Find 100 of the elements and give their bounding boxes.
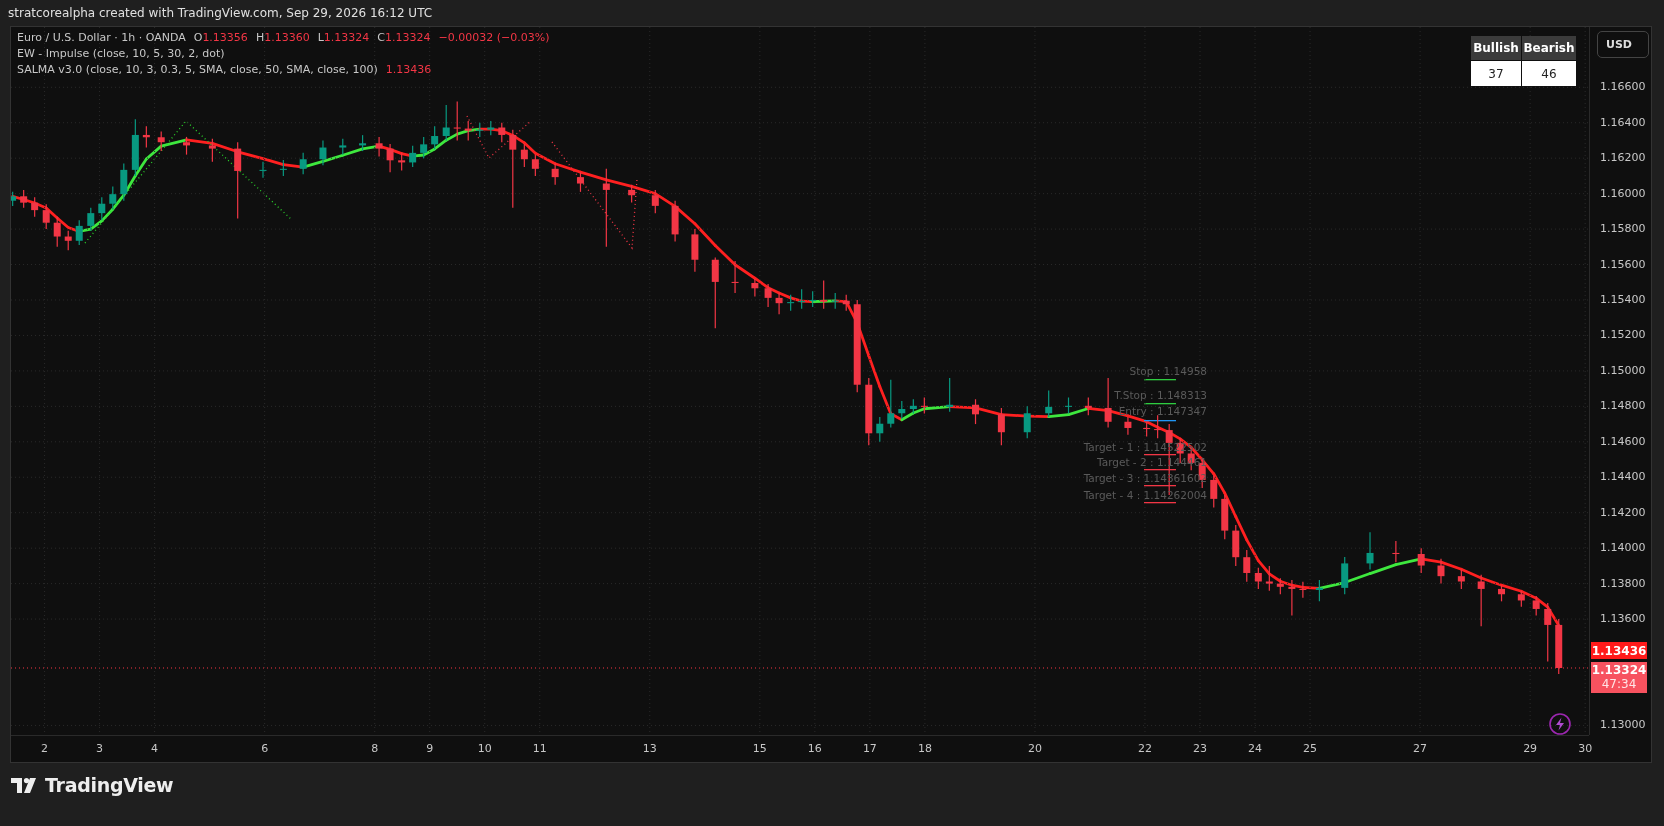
date-label: 25 <box>1303 742 1318 755</box>
date-label: 20 <box>1027 742 1042 755</box>
candle <box>339 138 347 156</box>
candle <box>1417 547 1425 574</box>
candle <box>420 136 428 159</box>
date-label: 11 <box>532 742 547 755</box>
price-label: 1.13000 <box>1600 718 1646 732</box>
countdown-timer: 47:34 <box>1601 677 1637 691</box>
candle <box>20 189 28 209</box>
date-label: 4 <box>151 742 159 755</box>
price-label: 1.14200 <box>1600 505 1646 519</box>
price-label: 1.15400 <box>1600 293 1646 306</box>
candle <box>1124 416 1132 436</box>
candle <box>887 379 895 429</box>
candle <box>131 118 139 177</box>
date-label: 13 <box>642 742 657 755</box>
candle <box>1243 549 1251 583</box>
candle <box>42 203 50 230</box>
price-label: 1.16400 <box>1600 115 1646 129</box>
lightning-icon[interactable] <box>1549 713 1571 735</box>
table-cell: 37 <box>1471 61 1521 86</box>
candle <box>1555 618 1563 675</box>
price-label: 1.16200 <box>1600 151 1646 165</box>
candle <box>442 104 450 142</box>
date-label: 8 <box>371 742 379 755</box>
candle <box>651 189 659 214</box>
date-label: 23 <box>1193 742 1207 755</box>
dotted-wave-line <box>466 115 532 160</box>
candle <box>409 145 417 168</box>
ohlc-value: C1.13324 <box>377 31 431 44</box>
candle <box>865 377 873 446</box>
candle <box>375 136 383 157</box>
level-label: Target - 4 : 1.14262004 <box>1083 489 1207 501</box>
candle <box>1341 556 1349 595</box>
date-label: 30 <box>1578 742 1593 755</box>
candle <box>208 138 216 163</box>
date-label: 9 <box>426 742 434 755</box>
table-header: Bullish <box>1471 36 1521 60</box>
ohlc-value: H1.13360 <box>255 31 310 44</box>
candle <box>431 125 439 150</box>
logo-icon <box>11 777 39 793</box>
candle <box>1299 581 1307 599</box>
candle <box>997 407 1005 446</box>
indicator-name: EW - Impulse (close, 10, 5, 30, 2, dot) <box>17 47 225 60</box>
level-line <box>1144 420 1176 422</box>
candle <box>142 125 150 149</box>
candle <box>31 196 39 218</box>
level-line <box>1144 379 1176 381</box>
level-line <box>1144 403 1176 405</box>
price-label: 1.15600 <box>1600 257 1646 271</box>
candle <box>498 122 506 143</box>
level-label: Entry : 1.147347 <box>1118 405 1207 417</box>
price-label: 1.13800 <box>1600 576 1646 590</box>
candle <box>520 143 528 168</box>
price-label: 1.15800 <box>1600 222 1646 236</box>
candle <box>751 278 759 298</box>
price-label: 1.16000 <box>1600 186 1646 200</box>
candle <box>1104 377 1112 429</box>
candle <box>319 139 327 166</box>
candle <box>576 171 584 193</box>
indicator-name: SALMA v3.0 (close, 10, 3, 0.3, 5, SMA, close, 50, SMA, close, 100) <box>17 63 378 76</box>
candle <box>551 162 559 186</box>
date-label: 10 <box>477 742 492 755</box>
candle <box>1532 595 1540 617</box>
attribution-text: stratcorealpha created with TradingView.com, Sep 29, 2026 16:12 UTC <box>8 6 433 20</box>
candle <box>464 120 472 142</box>
indicator-value: 1.13436 <box>385 63 432 76</box>
price-label: 1.14000 <box>1600 541 1646 555</box>
price-label: 1.14800 <box>1600 399 1646 413</box>
date-label: 24 <box>1248 742 1262 755</box>
candle <box>531 154 539 177</box>
candle <box>453 100 461 142</box>
table-cell: 46 <box>1522 61 1576 86</box>
ohlc-value: L1.13324 <box>317 31 370 44</box>
candle <box>1232 524 1240 567</box>
candle <box>764 283 772 308</box>
candle <box>775 292 783 315</box>
level-line <box>1144 469 1176 471</box>
price-label: 1.15000 <box>1600 363 1646 377</box>
candle <box>1544 602 1552 663</box>
candle <box>798 288 806 310</box>
candle <box>1023 405 1031 439</box>
date-label: 16 <box>807 742 822 755</box>
currency-button[interactable]: USD <box>1597 31 1649 58</box>
candle <box>1045 389 1053 418</box>
date-label: 18 <box>917 742 932 755</box>
level-label: Stop : 1.14958 <box>1129 365 1207 377</box>
candle <box>1265 565 1273 592</box>
candle <box>1392 540 1400 563</box>
date-label: 6 <box>261 742 269 755</box>
candle <box>1437 558 1445 585</box>
price-change: −0.00032 (−0.03%) <box>438 31 550 44</box>
price-label: 1.14400 <box>1600 470 1646 484</box>
candle <box>386 143 394 173</box>
symbol-title: Euro / U.S. Dollar · 1h · OANDA <box>17 31 186 44</box>
candle <box>1477 574 1485 627</box>
candle <box>1457 568 1465 590</box>
candle <box>1221 494 1229 540</box>
candle <box>109 185 117 211</box>
badge-price: 1.13324 <box>1591 663 1647 677</box>
